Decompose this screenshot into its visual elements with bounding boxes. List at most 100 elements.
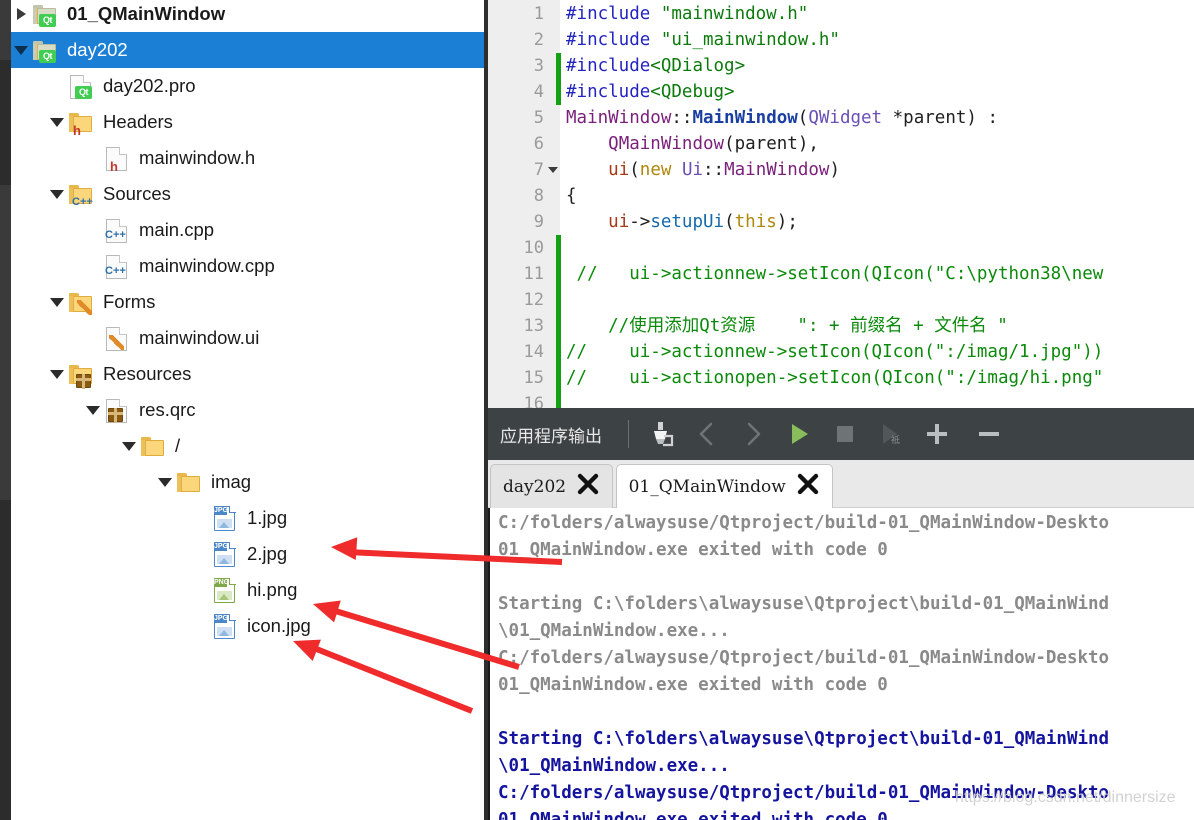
headers-folder-icon: h [67,108,95,137]
tree-item-label: 1.jpg [247,507,288,528]
application-output-console[interactable]: C:/folders/alwaysuse/Qtproject/build-01_… [488,508,1194,820]
tree-item-2-jpg[interactable]: JPG 2.jpg [11,536,484,572]
line-number: 15 [523,368,544,388]
chevron-down-icon[interactable] [47,176,67,212]
twisty-placeholder [83,320,103,356]
output-tab-day202[interactable]: day202 [490,464,614,508]
tree-item-headers[interactable]: h Headers [11,104,484,140]
console-line: 01_QMainWindow.exe exited with code 0 [498,810,888,820]
chevron-down-icon[interactable] [11,32,31,68]
close-icon[interactable] [796,472,820,501]
jpg-file-icon: JPG [211,612,239,640]
next-item-icon[interactable] [735,416,771,452]
code-editor[interactable]: 1 2 3 4 5 6 7 8 9 10 11 12 13 14 15 16 #include "mainwi… [488,0,1194,408]
chevron-down-icon[interactable] [119,428,139,464]
twisty-placeholder [83,212,103,248]
tree-item-label: mainwindow.ui [139,327,260,348]
tree-item-resources[interactable]: Resources [11,356,484,392]
code-line: #include<QDebug> [566,82,735,102]
line-number: 7 [533,160,544,180]
zoom-out-icon[interactable] [971,416,1007,452]
close-icon[interactable] [576,472,600,501]
toolbar-separator [628,420,629,448]
tree-item--[interactable]: / [11,428,484,464]
code-line: //使用添加Qt资源 ": + 前缀名 + 文件名 " [566,316,1008,336]
tree-item-01-qmainwindow[interactable]: Qt 01_QMainWindow [11,0,484,32]
header-file-icon: h [103,144,131,173]
jpg-file-icon: JPG [211,504,239,532]
chevron-down-icon[interactable] [155,464,175,500]
twisty-placeholder [191,500,211,536]
code-line: ui(new Ui::MainWindow) [608,160,840,180]
tree-item-label: mainwindow.h [139,147,256,168]
tree-item-label: Resources [103,363,192,384]
tree-item-day202[interactable]: Qt day202 [11,32,484,68]
tree-item-hi-png[interactable]: PNG hi.png [11,572,484,608]
tree-item-icon-jpg[interactable]: JPG icon.jpg [11,608,484,644]
tree-item-label: day202 [67,39,128,60]
tree-item-mainwindow-cpp[interactable]: C++ mainwindow.cpp [11,248,484,284]
qt-creator-window: Qt 01_QMainWindow Qt day202 Qt day202.pro h Hea… [0,0,1194,820]
tree-item-res-qrc[interactable]: res.qrc [11,392,484,428]
attach-debugger-icon: 祗 [873,416,909,452]
output-pane-toolbar: 应用程序输出 祗 [488,408,1194,460]
resources-folder-icon [67,360,95,389]
chevron-down-icon[interactable] [83,392,103,428]
line-number: 12 [523,290,544,310]
tree-item-sources[interactable]: C++ Sources [11,176,484,212]
fold-toggle-icon[interactable] [548,167,558,173]
tree-item-label: icon.jpg [247,615,311,636]
zoom-in-icon[interactable] [919,416,955,452]
code-line: #include "ui_mainwindow.h" [566,30,840,50]
console-line: Starting C:\folders\alwaysuse\Qtproject\… [498,594,1110,614]
panel-scroll-strip[interactable] [0,0,11,820]
code-line: ui->setupUi(this); [608,212,798,232]
console-line: Starting C:\folders\alwaysuse\Qtproject\… [498,729,1110,749]
code-line: // ui->actionnew->setIcon(QIcon(":/imag/… [566,342,1104,362]
tree-item-mainwindow-ui[interactable]: mainwindow.ui [11,320,484,356]
stop-icon[interactable] [827,416,863,452]
tree-item-forms[interactable]: Forms [11,284,484,320]
folder-icon [175,468,203,496]
line-number: 2 [533,30,544,50]
line-number: 10 [523,238,544,258]
console-line: C:/folders/alwaysuse/Qtproject/build-01_… [498,648,1110,668]
console-line: C:/folders/alwaysuse/Qtproject/build-01_… [498,513,1110,533]
prev-item-icon[interactable] [689,416,725,452]
console-line: 01_QMainWindow.exe exited with code 0 [498,675,888,695]
output-tab-01-qmainwindow[interactable]: 01_QMainWindow [615,464,833,508]
line-number: 9 [533,212,544,232]
output-tab-bar: day202 01_QMainWindow [488,460,1194,508]
line-number: 11 [523,264,544,284]
console-line: \01_QMainWindow.exe... [498,621,730,641]
qt-project-folder-icon: Qt [31,36,59,64]
tree-item-1-jpg[interactable]: JPG 1.jpg [11,500,484,536]
sources-folder-icon: C++ [67,180,95,208]
tree-item-label: / [175,435,181,456]
change-marker [556,235,561,408]
qt-pro-file-icon: Qt [67,72,95,100]
project-tree-panel: Qt 01_QMainWindow Qt day202 Qt day202.pro h Hea… [0,0,488,820]
tree-item-label: res.qrc [139,399,196,420]
tree-item-label: Headers [103,111,173,132]
chevron-right-icon[interactable] [11,0,31,32]
code-line: MainWindow::MainWindow(QWidget *parent) … [566,108,999,128]
tree-item-day202-pro[interactable]: Qt day202.pro [11,68,484,104]
tree-item-main-cpp[interactable]: C++ main.cpp [11,212,484,248]
chevron-down-icon[interactable] [47,356,67,392]
code-line: QMainWindow(parent), [608,134,819,154]
line-number: 5 [533,108,544,128]
tree-item-label: imag [211,471,252,492]
cpp-file-icon: C++ [103,216,131,244]
jpg-file-icon: JPG [211,540,239,568]
tree-item-imag[interactable]: imag [11,464,484,500]
line-number: 13 [523,316,544,336]
code-line: // ui->actionopen->setIcon(QIcon(":/imag… [566,368,1104,388]
folder-icon [139,432,167,460]
run-icon[interactable] [781,416,817,452]
line-number: 3 [533,56,544,76]
tree-item-mainwindow-h[interactable]: h mainwindow.h [11,140,484,176]
clear-output-icon[interactable] [643,416,679,452]
chevron-down-icon[interactable] [47,284,67,320]
chevron-down-icon[interactable] [47,104,67,140]
